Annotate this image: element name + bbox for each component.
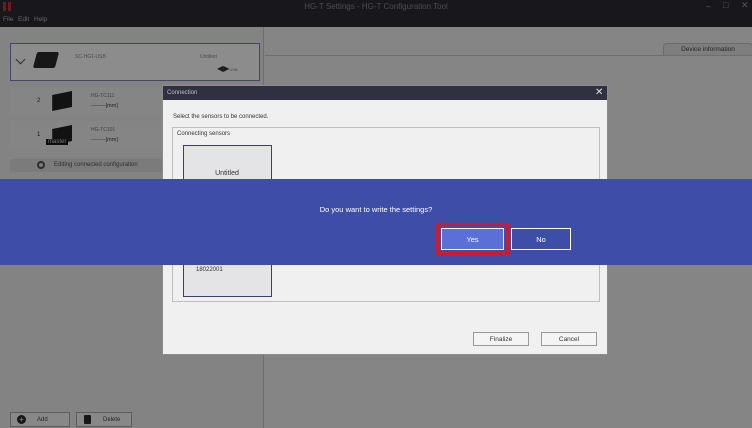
dialog-instruction: Select the sensors to be connected.	[173, 114, 269, 120]
finalize-button[interactable]: Finalize	[473, 332, 529, 346]
confirm-write-dialog: Do you want to write the settings? Yes N…	[0, 179, 752, 265]
cancel-button[interactable]: Cancel	[541, 332, 597, 346]
confirm-message: Do you want to write the settings?	[319, 205, 433, 214]
no-button[interactable]: No	[511, 228, 571, 250]
card-title: Untitled	[215, 170, 239, 177]
close-icon[interactable]: ✕	[595, 87, 603, 98]
group-label: Connecting sensors	[177, 131, 231, 137]
dialog-title-bar: Connection ✕	[163, 86, 607, 100]
dialog-title: Connection	[167, 90, 198, 96]
card-serial: 18022001	[196, 267, 223, 273]
yes-button[interactable]: Yes	[441, 228, 504, 250]
